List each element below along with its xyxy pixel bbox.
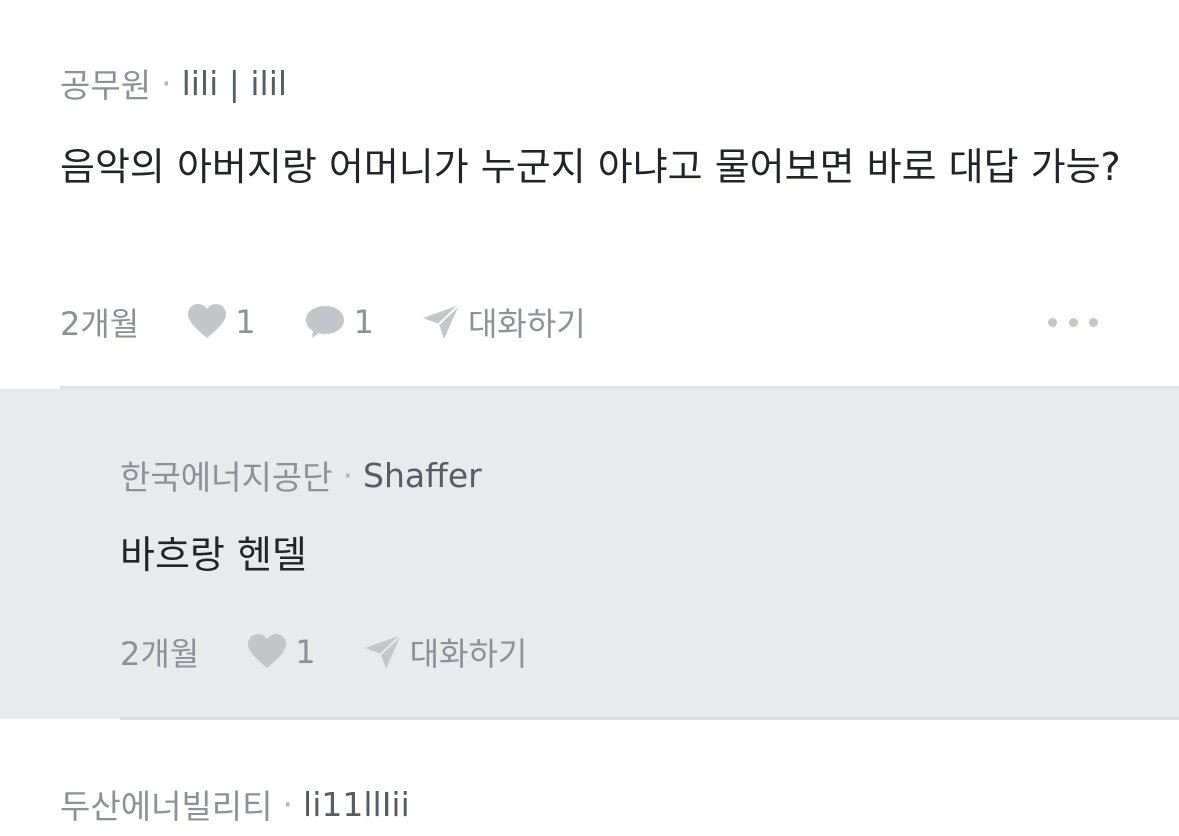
- chat-label: 대화하기: [467, 305, 586, 343]
- chat-button[interactable]: 대화하기: [422, 299, 586, 345]
- send-icon: [422, 304, 460, 339]
- meta-separator: ·: [342, 455, 354, 495]
- reply-like-count: 1: [295, 633, 316, 671]
- reply-time: 2개월: [120, 635, 200, 673]
- comment-time: 2개월: [60, 305, 140, 343]
- reply-like-button[interactable]: 1: [247, 633, 316, 671]
- more-dot-icon: [1048, 317, 1057, 327]
- more-dot-icon: [1068, 317, 1078, 327]
- reply-chat-label: 대화하기: [409, 635, 528, 673]
- reply-divider: [120, 717, 1179, 720]
- more-options-button[interactable]: [1048, 312, 1098, 332]
- like-button[interactable]: 1: [187, 303, 256, 341]
- meta-separator: ·: [282, 784, 294, 824]
- next-author-company: 두산에너빌리티: [60, 787, 273, 826]
- next-author-nickname[interactable]: li11llIii: [303, 785, 410, 824]
- comment-actions: 2개월 1 1 대화하기: [60, 300, 634, 344]
- author-nickname[interactable]: lili | ilil: [182, 64, 287, 103]
- heart-icon: [188, 304, 227, 338]
- reply-author-company: 한국에너지공단: [120, 458, 333, 497]
- next-comment-author-line: 두산에너빌리티 · li11llIii: [60, 783, 410, 827]
- reply-author-line: 한국에너지공단 · Shaffer: [120, 454, 482, 498]
- author-company: 공무원: [60, 66, 152, 105]
- comment-text: 음악의 아버지랑 어머니가 누군지 아냐고 물어보면 바로 대답 가능?: [60, 145, 1121, 189]
- meta-separator: ·: [161, 63, 172, 103]
- reply-button[interactable]: 1: [304, 303, 374, 341]
- reply-chat-button[interactable]: 대화하기: [364, 629, 528, 675]
- reply-count: 1: [353, 303, 374, 341]
- reply-actions: 2개월 1 대화하기: [120, 630, 575, 674]
- heart-icon: [248, 634, 287, 668]
- more-dot-icon: [1089, 317, 1098, 327]
- speech-bubble-icon: [305, 306, 344, 338]
- comment-author-line: 공무원 · lili | ilil: [60, 62, 287, 106]
- like-count: 1: [235, 303, 256, 341]
- reply-author-nickname[interactable]: Shaffer: [363, 456, 482, 495]
- reply-text: 바흐랑 헨델: [120, 533, 307, 577]
- comment-thread: 공무원 · lili | ilil 음악의 아버지랑 어머니가 누군지 아냐고 …: [0, 0, 1179, 836]
- send-icon: [364, 634, 402, 669]
